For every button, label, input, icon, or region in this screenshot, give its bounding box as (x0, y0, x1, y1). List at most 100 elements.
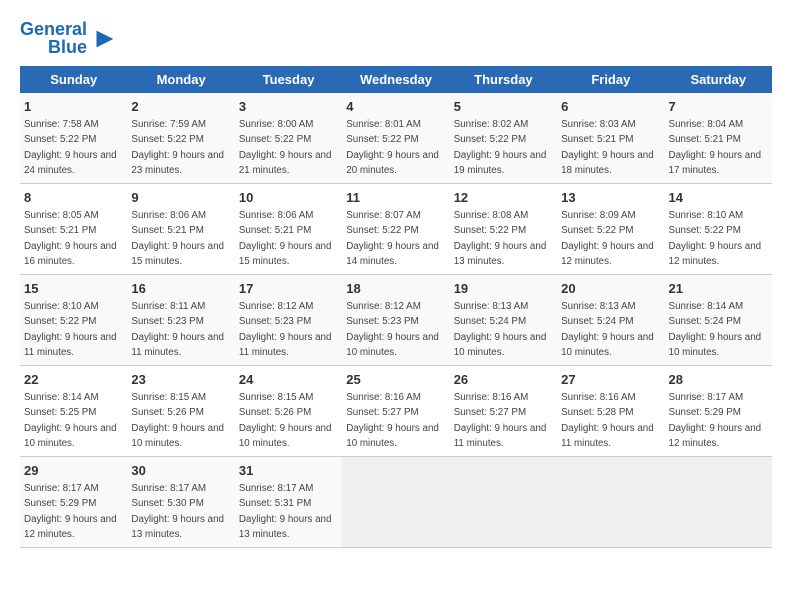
day-info: Sunrise: 8:16 AMSunset: 5:27 PMDaylight:… (454, 392, 547, 449)
calendar-cell: 23 Sunrise: 8:15 AMSunset: 5:26 PMDayligh… (127, 366, 234, 457)
day-info: Sunrise: 7:59 AMSunset: 5:22 PMDaylight:… (131, 119, 224, 176)
day-number: 23 (131, 371, 230, 389)
day-of-week-header: Wednesday (342, 66, 449, 93)
day-number: 20 (561, 280, 660, 298)
day-number: 10 (239, 189, 338, 207)
day-info: Sunrise: 8:00 AMSunset: 5:22 PMDaylight:… (239, 119, 332, 176)
calendar-cell: 1 Sunrise: 7:58 AMSunset: 5:22 PMDaylight… (20, 93, 127, 184)
day-number: 7 (669, 98, 768, 116)
day-info: Sunrise: 8:05 AMSunset: 5:21 PMDaylight:… (24, 210, 117, 267)
day-info: Sunrise: 8:16 AMSunset: 5:28 PMDaylight:… (561, 392, 654, 449)
calendar-cell: 4 Sunrise: 8:01 AMSunset: 5:22 PMDaylight… (342, 93, 449, 184)
day-number: 1 (24, 98, 123, 116)
day-number: 15 (24, 280, 123, 298)
logo-blue: Blue (48, 38, 87, 56)
day-info: Sunrise: 8:12 AMSunset: 5:23 PMDaylight:… (346, 301, 439, 358)
day-info: Sunrise: 8:02 AMSunset: 5:22 PMDaylight:… (454, 119, 547, 176)
page-header: General Blue ► (20, 20, 772, 56)
calendar-week-row: 15 Sunrise: 8:10 AMSunset: 5:22 PMDayligh… (20, 275, 772, 366)
day-number: 29 (24, 462, 123, 480)
calendar-cell: 22 Sunrise: 8:14 AMSunset: 5:25 PMDayligh… (20, 366, 127, 457)
day-info: Sunrise: 8:10 AMSunset: 5:22 PMDaylight:… (24, 301, 117, 358)
day-number: 16 (131, 280, 230, 298)
day-of-week-header: Monday (127, 66, 234, 93)
day-of-week-header: Thursday (450, 66, 557, 93)
calendar-week-row: 22 Sunrise: 8:14 AMSunset: 5:25 PMDayligh… (20, 366, 772, 457)
day-info: Sunrise: 8:16 AMSunset: 5:27 PMDaylight:… (346, 392, 439, 449)
calendar-cell: 28 Sunrise: 8:17 AMSunset: 5:29 PMDayligh… (665, 366, 772, 457)
day-number: 17 (239, 280, 338, 298)
calendar-table: SundayMondayTuesdayWednesdayThursdayFrid… (20, 66, 772, 548)
calendar-cell: 21 Sunrise: 8:14 AMSunset: 5:24 PMDayligh… (665, 275, 772, 366)
day-info: Sunrise: 8:06 AMSunset: 5:21 PMDaylight:… (131, 210, 224, 267)
logo-arrow-icon: ► (91, 22, 119, 54)
day-info: Sunrise: 8:08 AMSunset: 5:22 PMDaylight:… (454, 210, 547, 267)
day-number: 24 (239, 371, 338, 389)
day-number: 8 (24, 189, 123, 207)
day-of-week-header: Tuesday (235, 66, 342, 93)
calendar-week-row: 8 Sunrise: 8:05 AMSunset: 5:21 PMDaylight… (20, 184, 772, 275)
day-info: Sunrise: 8:17 AMSunset: 5:30 PMDaylight:… (131, 483, 224, 540)
day-info: Sunrise: 7:58 AMSunset: 5:22 PMDaylight:… (24, 119, 117, 176)
day-info: Sunrise: 8:04 AMSunset: 5:21 PMDaylight:… (669, 119, 762, 176)
day-info: Sunrise: 8:01 AMSunset: 5:22 PMDaylight:… (346, 119, 439, 176)
day-number: 12 (454, 189, 553, 207)
calendar-cell: 13 Sunrise: 8:09 AMSunset: 5:22 PMDayligh… (557, 184, 664, 275)
day-number: 26 (454, 371, 553, 389)
calendar-cell: 2 Sunrise: 7:59 AMSunset: 5:22 PMDaylight… (127, 93, 234, 184)
day-number: 2 (131, 98, 230, 116)
day-info: Sunrise: 8:06 AMSunset: 5:21 PMDaylight:… (239, 210, 332, 267)
calendar-cell: 15 Sunrise: 8:10 AMSunset: 5:22 PMDayligh… (20, 275, 127, 366)
day-info: Sunrise: 8:09 AMSunset: 5:22 PMDaylight:… (561, 210, 654, 267)
day-info: Sunrise: 8:10 AMSunset: 5:22 PMDaylight:… (669, 210, 762, 267)
day-info: Sunrise: 8:17 AMSunset: 5:29 PMDaylight:… (669, 392, 762, 449)
day-number: 9 (131, 189, 230, 207)
calendar-cell: 11 Sunrise: 8:07 AMSunset: 5:22 PMDayligh… (342, 184, 449, 275)
day-info: Sunrise: 8:13 AMSunset: 5:24 PMDaylight:… (561, 301, 654, 358)
calendar-cell: 30 Sunrise: 8:17 AMSunset: 5:30 PMDayligh… (127, 457, 234, 548)
day-of-week-header: Saturday (665, 66, 772, 93)
day-number: 28 (669, 371, 768, 389)
day-number: 27 (561, 371, 660, 389)
calendar-cell: 3 Sunrise: 8:00 AMSunset: 5:22 PMDaylight… (235, 93, 342, 184)
day-number: 25 (346, 371, 445, 389)
day-number: 4 (346, 98, 445, 116)
day-number: 18 (346, 280, 445, 298)
day-number: 22 (24, 371, 123, 389)
calendar-cell: 9 Sunrise: 8:06 AMSunset: 5:21 PMDaylight… (127, 184, 234, 275)
calendar-cell: 27 Sunrise: 8:16 AMSunset: 5:28 PMDayligh… (557, 366, 664, 457)
day-info: Sunrise: 8:03 AMSunset: 5:21 PMDaylight:… (561, 119, 654, 176)
calendar-cell: 8 Sunrise: 8:05 AMSunset: 5:21 PMDaylight… (20, 184, 127, 275)
calendar-cell: 7 Sunrise: 8:04 AMSunset: 5:21 PMDaylight… (665, 93, 772, 184)
day-info: Sunrise: 8:15 AMSunset: 5:26 PMDaylight:… (131, 392, 224, 449)
day-info: Sunrise: 8:14 AMSunset: 5:25 PMDaylight:… (24, 392, 117, 449)
day-info: Sunrise: 8:14 AMSunset: 5:24 PMDaylight:… (669, 301, 762, 358)
day-of-week-header: Sunday (20, 66, 127, 93)
day-number: 21 (669, 280, 768, 298)
calendar-cell: 24Sunrise: 8:15 AMSunset: 5:26 PMDayligh… (235, 366, 342, 457)
day-info: Sunrise: 8:17 AMSunset: 5:31 PMDaylight:… (239, 483, 332, 540)
day-number: 11 (346, 189, 445, 207)
calendar-cell: 18 Sunrise: 8:12 AMSunset: 5:23 PMDayligh… (342, 275, 449, 366)
day-info: Sunrise: 8:07 AMSunset: 5:22 PMDaylight:… (346, 210, 439, 267)
calendar-cell (665, 457, 772, 548)
calendar-cell: 10 Sunrise: 8:06 AMSunset: 5:21 PMDayligh… (235, 184, 342, 275)
calendar-cell: 12 Sunrise: 8:08 AMSunset: 5:22 PMDayligh… (450, 184, 557, 275)
day-number: 30 (131, 462, 230, 480)
day-info: Sunrise: 8:11 AMSunset: 5:23 PMDaylight:… (131, 301, 224, 358)
calendar-cell (342, 457, 449, 548)
day-number: 13 (561, 189, 660, 207)
calendar-cell: 29 Sunrise: 8:17 AMSunset: 5:29 PMDayligh… (20, 457, 127, 548)
calendar-header-row: SundayMondayTuesdayWednesdayThursdayFrid… (20, 66, 772, 93)
calendar-cell: 16 Sunrise: 8:11 AMSunset: 5:23 PMDayligh… (127, 275, 234, 366)
calendar-cell: 25 Sunrise: 8:16 AMSunset: 5:27 PMDayligh… (342, 366, 449, 457)
day-info: Sunrise: 8:17 AMSunset: 5:29 PMDaylight:… (24, 483, 117, 540)
calendar-cell: 6 Sunrise: 8:03 AMSunset: 5:21 PMDaylight… (557, 93, 664, 184)
calendar-cell: 17Sunrise: 8:12 AMSunset: 5:23 PMDayligh… (235, 275, 342, 366)
day-number: 6 (561, 98, 660, 116)
day-number: 31 (239, 462, 338, 480)
day-number: 3 (239, 98, 338, 116)
day-number: 19 (454, 280, 553, 298)
day-number: 14 (669, 189, 768, 207)
calendar-cell: 20 Sunrise: 8:13 AMSunset: 5:24 PMDayligh… (557, 275, 664, 366)
